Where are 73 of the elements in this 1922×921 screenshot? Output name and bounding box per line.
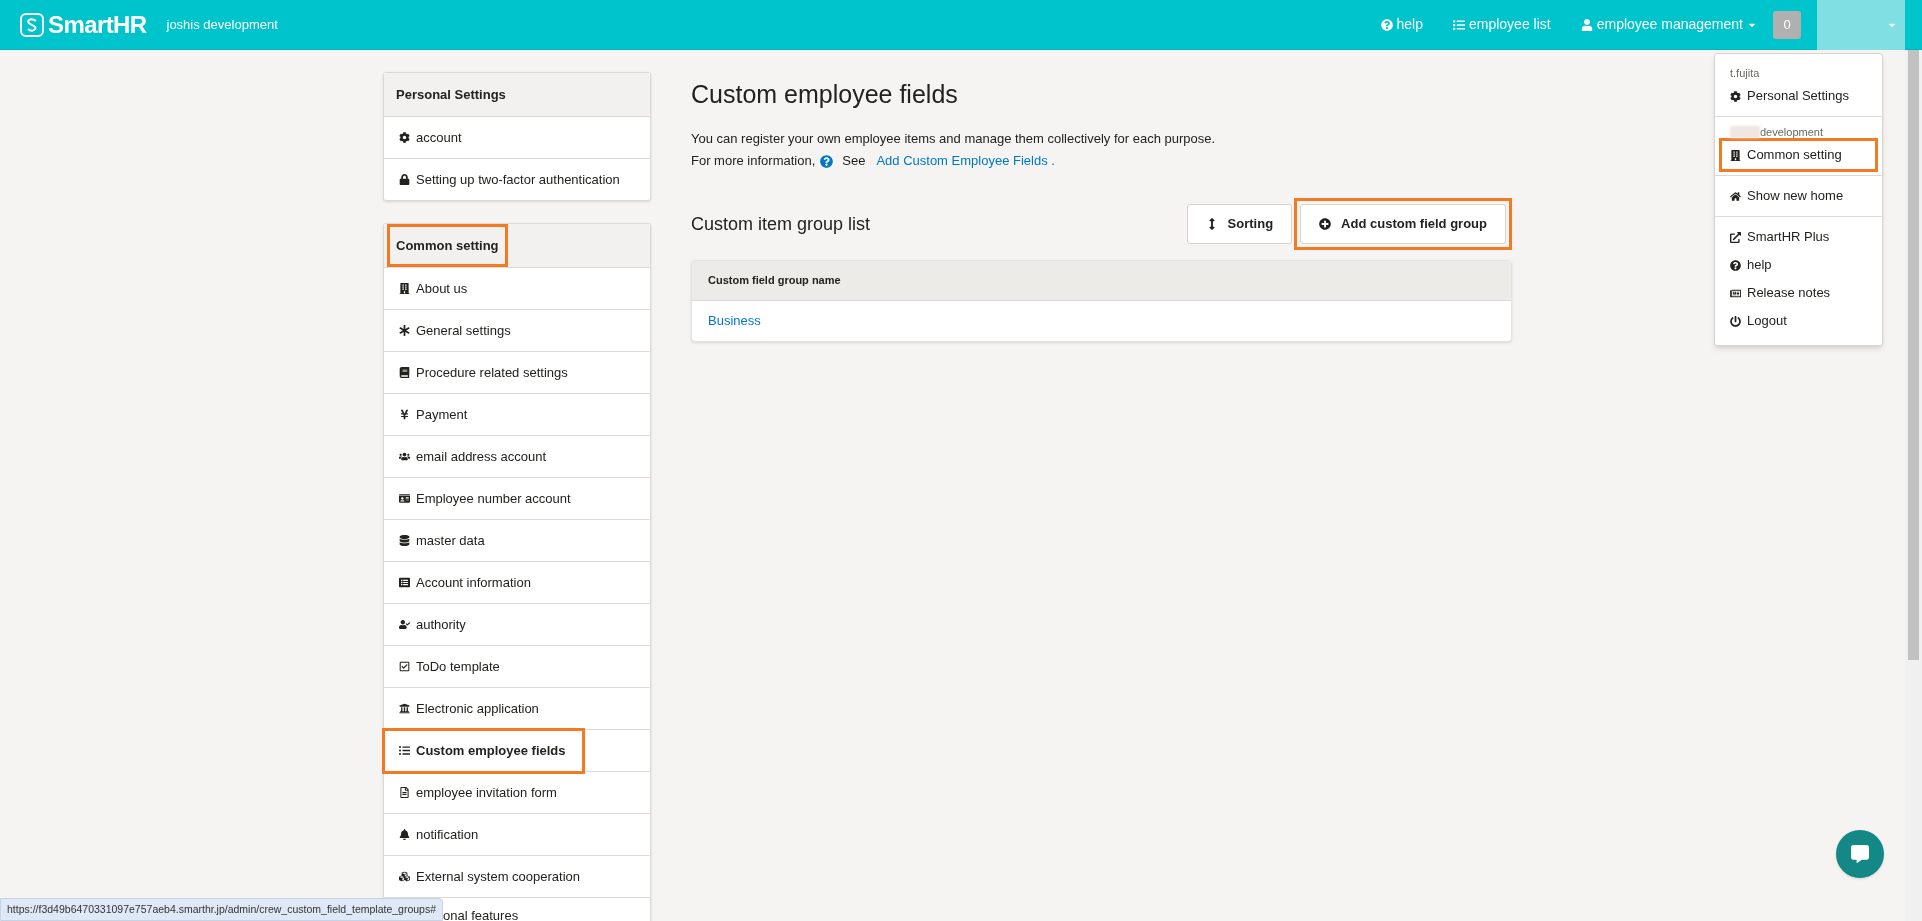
lock-icon <box>399 174 410 185</box>
newspaper-icon <box>1730 287 1741 299</box>
document-icon <box>399 787 410 798</box>
card-list-icon <box>399 577 410 588</box>
book-icon <box>399 367 410 378</box>
sidebar-item[interactable]: Setting up two-factor authentication <box>385 159 624 200</box>
chat-icon <box>1851 845 1869 863</box>
home-icon <box>1730 190 1741 202</box>
gear-icon <box>399 132 410 143</box>
menu-item[interactable]: Logout <box>1730 307 1867 335</box>
info-text: For more information, <box>691 152 816 170</box>
group-link[interactable]: Business <box>708 311 761 331</box>
column-header: Custom field group name <box>708 273 841 289</box>
sidebar-item[interactable]: Account information <box>385 562 535 603</box>
power-icon <box>1730 315 1741 327</box>
building-icon <box>1730 149 1741 161</box>
sidebar-item[interactable]: onal features <box>443 898 523 921</box>
help-icon <box>1380 18 1393 31</box>
info-text: See <box>842 152 866 170</box>
list-icon <box>399 745 410 756</box>
sidebar-item[interactable]: master data <box>385 520 489 561</box>
menu-item[interactable]: Release notes <box>1730 279 1867 307</box>
sidebar-item[interactable]: About us <box>385 268 472 309</box>
menu-item[interactable]: Common setting <box>1722 141 1875 169</box>
people-icon <box>399 451 410 462</box>
help-icon <box>820 154 834 168</box>
menu-item[interactable]: Personal Settings <box>1730 82 1867 110</box>
sidebar-item[interactable]: Custom employee fields <box>385 730 582 771</box>
link-url: https://f3d49b6470331097e757aeb4.smarthr.jp/admin/crew_custom_field_template_groups# <box>7 901 437 917</box>
yen-icon <box>399 409 410 420</box>
sidebar-item[interactable]: General settings <box>385 310 515 351</box>
sidebar-item[interactable]: Payment <box>385 394 472 435</box>
checkbox-icon <box>399 661 410 672</box>
gear-icon <box>1730 90 1741 102</box>
sidebar-item[interactable]: notification <box>385 814 483 855</box>
building-icon <box>399 283 410 294</box>
sidebar-item[interactable]: employee invitation form <box>385 772 561 813</box>
action-button[interactable]: Add custom field group <box>1294 198 1512 250</box>
bell-icon <box>399 829 410 840</box>
database-icon <box>399 535 410 546</box>
user-icon <box>1580 18 1593 31</box>
external-link-icon <box>1730 231 1741 243</box>
section-title: Personal Settings <box>395 85 507 104</box>
user-check-icon <box>399 619 410 630</box>
help-link[interactable]: Add Custom Employee Fields . <box>876 150 1055 172</box>
section-title: Common setting <box>390 227 505 264</box>
id-card-icon <box>399 493 410 504</box>
company-name: joshis development <box>166 15 278 34</box>
sidebar-item[interactable]: Procedure related settings <box>385 352 572 393</box>
chat-button[interactable] <box>1836 830 1884 878</box>
asterisk-icon <box>399 325 410 336</box>
list-icon <box>1453 18 1465 31</box>
menu-item[interactable]: SmartHR Plus <box>1730 223 1867 251</box>
page-title: Custom employee fields <box>691 79 959 110</box>
description: You can register your own employee items and manage them collectively for each purpose. <box>691 130 1217 148</box>
menu-caption: development <box>1760 124 1823 140</box>
help-icon <box>1730 259 1741 271</box>
cubes-icon <box>399 871 410 882</box>
sidebar-item[interactable]: ToDo template <box>385 646 504 687</box>
bank-icon <box>399 703 410 714</box>
logo-icon <box>20 12 44 37</box>
sidebar-item[interactable]: Electronic application <box>385 688 543 729</box>
menu-item[interactable]: help <box>1730 251 1867 279</box>
sidebar-item[interactable]: email address account <box>385 436 551 477</box>
user-menu-toggle[interactable] <box>1817 0 1905 50</box>
menu-item[interactable]: Show new home <box>1730 182 1867 210</box>
section-heading: Custom item group list <box>691 212 872 236</box>
sidebar-item[interactable]: Employee number account <box>385 478 575 519</box>
sidebar-item[interactable]: account <box>385 117 466 158</box>
menu-caption: t.fujita <box>1730 65 1760 81</box>
sidebar-item[interactable]: authority <box>385 604 470 645</box>
sidebar-item[interactable]: External system cooperation <box>385 856 585 897</box>
redaction-blur <box>1730 126 1760 138</box>
